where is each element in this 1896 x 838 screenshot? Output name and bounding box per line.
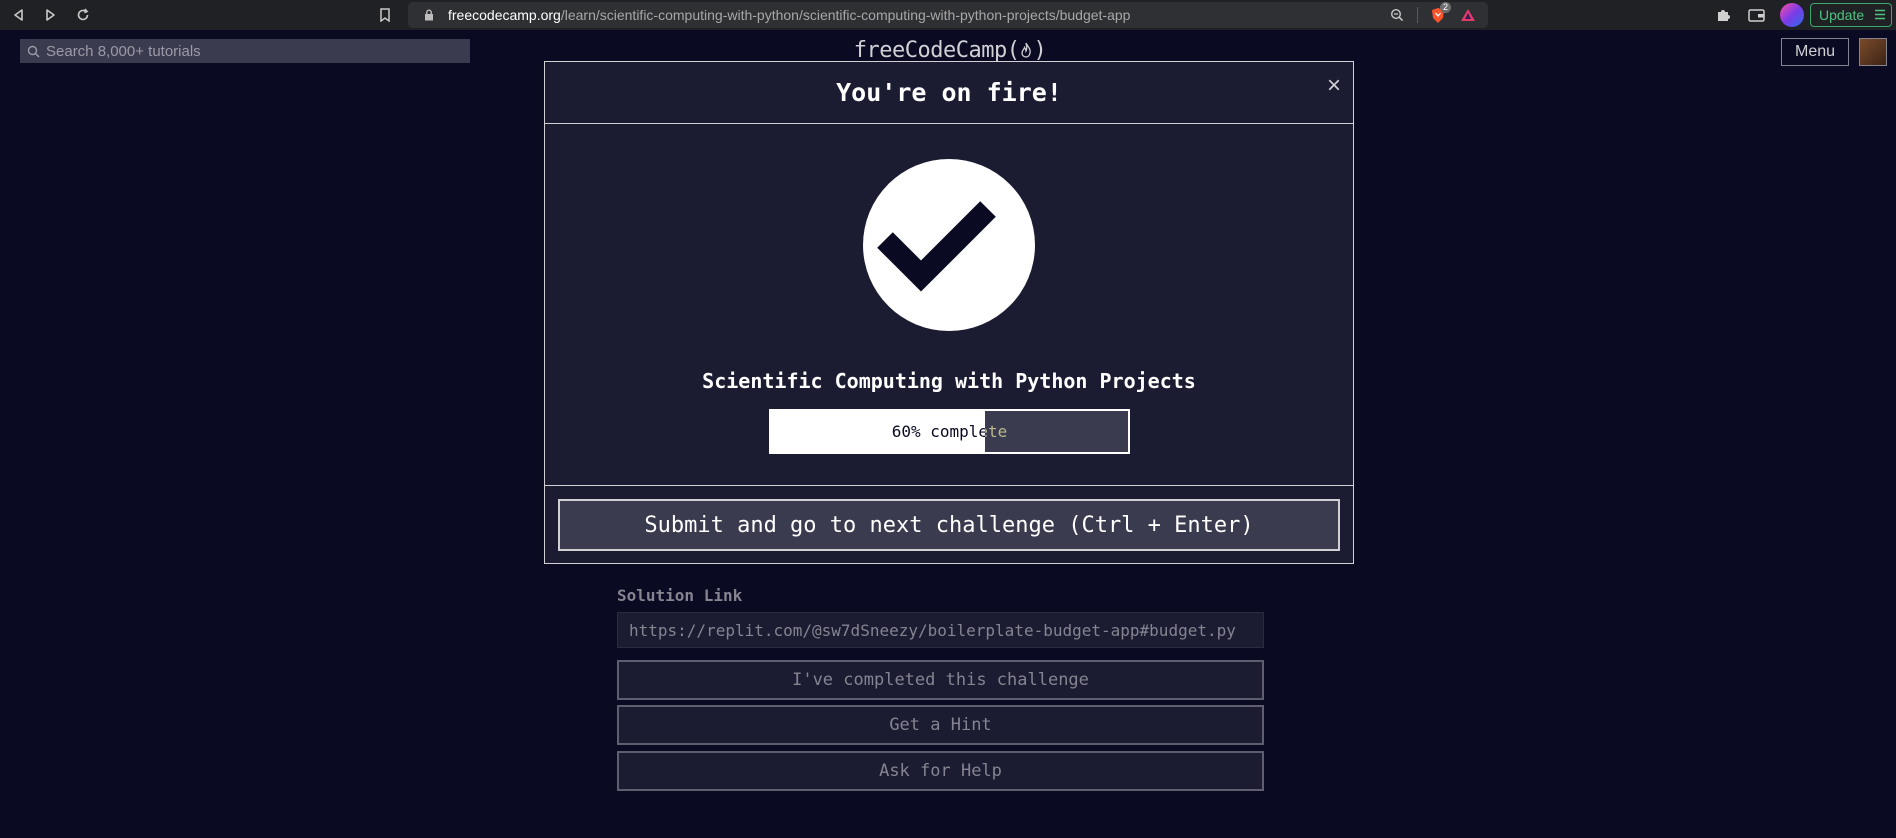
checkmark-icon [863, 159, 1035, 331]
modal-header: You're on fire! [545, 62, 1353, 124]
brave-rewards-icon[interactable] [1458, 5, 1478, 25]
modal-title: You're on fire! [836, 78, 1062, 107]
url-domain: freecodecamp.org [448, 7, 561, 23]
address-bar[interactable]: freecodecamp.org/learn/scientific-comput… [408, 2, 1488, 28]
site-logo[interactable]: freeCodeCamp( ) [852, 36, 1048, 64]
zoom-icon[interactable] [1387, 5, 1407, 25]
certification-title: Scientific Computing with Python Project… [702, 369, 1196, 393]
profile-icon[interactable] [1780, 3, 1804, 27]
update-button[interactable]: Update [1810, 3, 1892, 27]
forward-icon[interactable] [39, 4, 61, 26]
modal-divider [545, 485, 1353, 486]
update-label: Update [1819, 7, 1865, 23]
puzzle-icon[interactable] [1712, 4, 1734, 26]
progress-label: 60% complete [891, 422, 1008, 441]
logo-close-paren: ) [1033, 37, 1047, 63]
shield-badge: 2 [1440, 2, 1452, 13]
menu-button[interactable]: Menu [1781, 38, 1849, 66]
get-hint-button[interactable]: Get a Hint [617, 705, 1264, 745]
lock-icon [420, 9, 438, 21]
solution-link-input[interactable]: https://replit.com/@sw7dSneezy/boilerpla… [617, 612, 1264, 648]
brave-shield-icon[interactable]: 2 [1428, 2, 1452, 25]
avatar[interactable] [1859, 38, 1887, 66]
progress-bar: 60% complete [769, 409, 1130, 454]
solution-link-label: Solution Link [617, 586, 743, 605]
wallet-icon[interactable] [1745, 4, 1767, 26]
completion-modal: You're on fire! × Scientific Computing w… [544, 61, 1354, 564]
url-path: /learn/scientific-computing-with-python/… [560, 7, 1131, 23]
search-input[interactable]: Search 8,000+ tutorials [20, 39, 470, 63]
logo-text: freeCodeCamp( [853, 37, 1020, 63]
completed-challenge-button[interactable]: I've completed this challenge [617, 660, 1264, 700]
search-placeholder: Search 8,000+ tutorials [46, 42, 201, 60]
browser-toolbar: freecodecamp.org/learn/scientific-comput… [0, 0, 1896, 30]
submit-next-challenge-button[interactable]: Submit and go to next challenge (Ctrl + … [558, 499, 1340, 551]
search-icon [20, 45, 46, 58]
divider [1417, 7, 1418, 23]
flame-icon [1019, 40, 1033, 60]
close-icon[interactable]: × [1323, 72, 1345, 99]
ask-for-help-button[interactable]: Ask for Help [617, 751, 1264, 791]
back-icon[interactable] [8, 4, 30, 26]
menu-icon [1875, 7, 1885, 23]
bookmark-icon[interactable] [374, 4, 396, 26]
reload-icon[interactable] [72, 4, 94, 26]
